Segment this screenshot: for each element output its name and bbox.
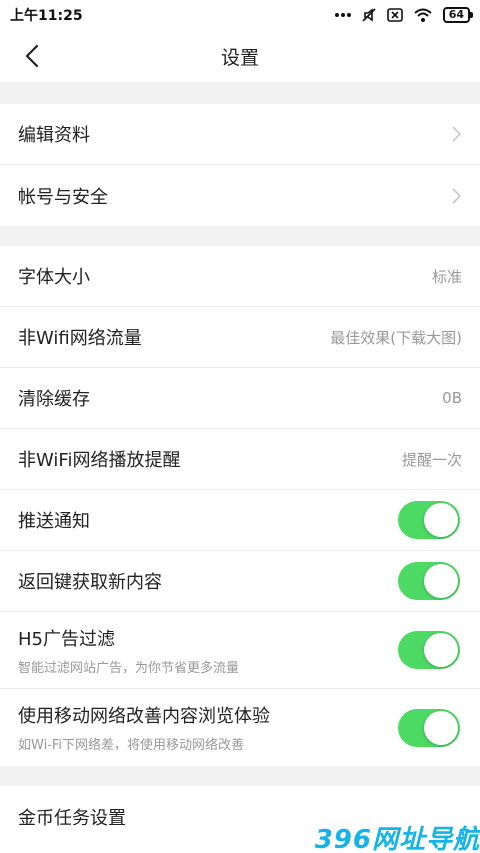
status-bar: 上午11:25 64 xyxy=(0,0,480,30)
row-label: 返回键获取新内容 xyxy=(18,572,162,593)
h5-ad-filter-toggle[interactable] xyxy=(398,631,460,669)
row-value: 提醒一次 xyxy=(401,450,462,469)
close-box-icon xyxy=(386,8,403,22)
row-value: 0B xyxy=(442,389,462,407)
battery-indicator: 64 xyxy=(442,7,474,23)
row-label: 清除缓存 xyxy=(18,389,90,410)
row-label: 推送通知 xyxy=(18,511,90,532)
row-value: 标准 xyxy=(431,267,462,286)
row-text: 使用移动网络改善内容浏览体验 如Wi-Fi下网络差，将使用移动网络改善 xyxy=(18,702,270,753)
row-label: H5广告过滤 xyxy=(18,628,115,650)
section-divider xyxy=(0,766,480,786)
non-wifi-traffic-row[interactable]: 非Wifi网络流量 最佳效果(下载大图) xyxy=(0,307,480,368)
section-divider xyxy=(0,82,480,104)
chevron-left-icon xyxy=(25,44,39,68)
row-label: 帐号与安全 xyxy=(18,186,108,208)
back-button[interactable] xyxy=(12,36,52,76)
toggle-knob xyxy=(424,710,458,745)
page-title: 设置 xyxy=(220,46,259,69)
row-label: 非WiFi网络播放提醒 xyxy=(18,450,181,471)
toggle-knob xyxy=(424,503,458,537)
row-label: 金币任务设置 xyxy=(18,807,126,829)
chevron-right-icon xyxy=(452,187,462,204)
row-value: 最佳效果(下载大图) xyxy=(330,328,462,347)
h5-ad-filter-row: H5广告过滤 智能过滤网站广告，为你节省更多流量 xyxy=(0,612,480,689)
chevron-right-icon xyxy=(452,126,462,142)
row-label: 编辑资料 xyxy=(18,125,90,146)
non-wifi-play-reminder-row[interactable]: 非WiFi网络播放提醒 提醒一次 xyxy=(0,429,480,490)
mute-icon xyxy=(361,7,377,23)
clear-cache-row[interactable]: 清除缓存 0B xyxy=(0,368,480,429)
toggle-knob xyxy=(424,564,458,598)
row-subtitle: 如Wi-Fi下网络差，将使用移动网络改善 xyxy=(18,738,245,753)
toggle-knob xyxy=(424,633,458,667)
font-size-row[interactable]: 字体大小 标准 xyxy=(0,246,480,307)
row-label: 使用移动网络改善内容浏览体验 xyxy=(18,706,270,727)
nav-bar: 设置 xyxy=(0,30,480,82)
row-subtitle: 智能过滤网站广告，为你节省更多流量 xyxy=(18,660,240,676)
wifi-icon xyxy=(413,7,433,23)
status-icons: 64 xyxy=(334,7,474,23)
row-label: 字体大小 xyxy=(18,267,90,288)
watermark-logo: 396网址导航 xyxy=(314,824,480,853)
back-key-refresh-row: 返回键获取新内容 xyxy=(0,551,480,612)
status-time: 上午11:25 xyxy=(10,8,83,24)
mobile-network-improve-row: 使用移动网络改善内容浏览体验 如Wi-Fi下网络差，将使用移动网络改善 xyxy=(0,689,480,766)
mobile-network-improve-toggle[interactable] xyxy=(398,708,460,747)
account-security-row[interactable]: 帐号与安全 xyxy=(0,165,480,226)
more-dots-icon xyxy=(334,12,351,18)
section-divider xyxy=(0,226,480,246)
edit-profile-row[interactable]: 编辑资料 xyxy=(0,104,480,165)
back-key-refresh-toggle[interactable] xyxy=(398,562,460,600)
row-text: H5广告过滤 智能过滤网站广告，为你节省更多流量 xyxy=(18,625,239,676)
push-notification-row: 推送通知 xyxy=(0,490,480,551)
push-notification-toggle[interactable] xyxy=(398,501,460,539)
row-label: 非Wifi网络流量 xyxy=(18,328,142,349)
